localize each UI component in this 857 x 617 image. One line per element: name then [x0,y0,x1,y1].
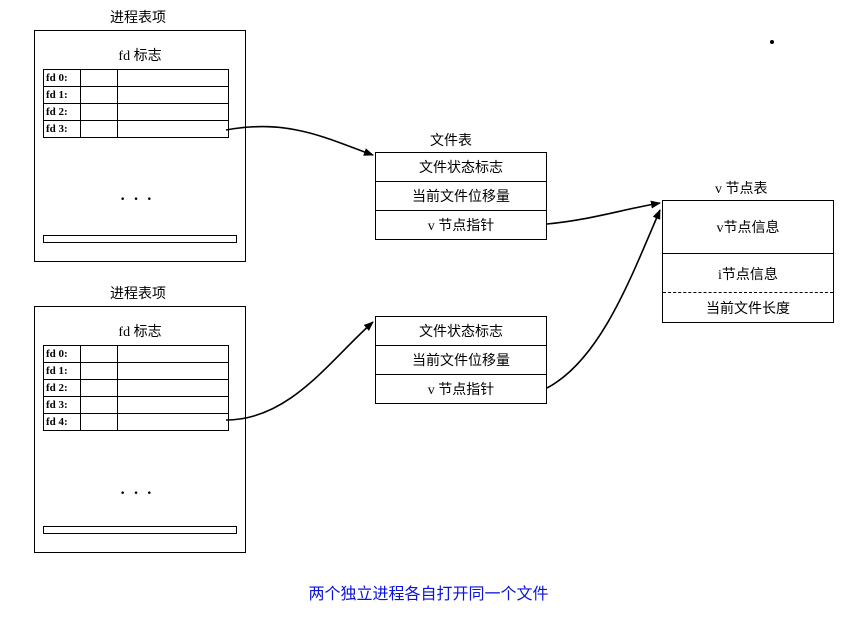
file-table-row: 当前文件位移量 [376,346,546,375]
fd-table-1: fd 0: fd 1: fd 2: fd 3: [43,69,229,138]
vnode-info-row: v节点信息 [663,201,833,254]
bottom-bar-1 [43,235,237,243]
fd-row: fd 2: [44,104,228,121]
file-table-row: v 节点指针 [376,375,546,403]
file-table-row: 文件状态标志 [376,153,546,182]
file-table-1: 文件状态标志 当前文件位移量 v 节点指针 [375,152,547,240]
fd-row: fd 1: [44,363,228,380]
file-length-text: 当前文件长度 [663,298,833,318]
vnode-table-title: v 节点表 [715,178,768,198]
fd-flag-caption-2: fd 标志 [35,321,245,341]
process-table-1-title: 进程表项 [110,7,166,27]
fd-row: fd 3: [44,397,228,414]
fd-row: fd 0: [44,346,228,363]
ellipsis-1: ··· [120,191,160,209]
diagram-canvas: 进程表项 fd 标志 fd 0: fd 1: fd 2: fd 3: ··· 文… [0,0,857,617]
fd-flag-caption-1: fd 标志 [35,45,245,65]
inode-info-text: i节点信息 [663,264,833,284]
fd-table-2: fd 0: fd 1: fd 2: fd 3: fd 4: [43,345,229,431]
process-table-2-title: 进程表项 [110,283,166,303]
file-table-1-title: 文件表 [430,130,472,150]
file-table-row: v 节点指针 [376,211,546,239]
file-table-row: 文件状态标志 [376,317,546,346]
process-table-2: fd 标志 fd 0: fd 1: fd 2: fd 3: fd 4: ··· [34,306,246,553]
diagram-caption: 两个独立进程各自打开同一个文件 [0,580,857,604]
fd-row: fd 1: [44,87,228,104]
fd-row: fd 0: [44,70,228,87]
file-table-row: 当前文件位移量 [376,182,546,211]
fd-row: fd 3: [44,121,228,137]
file-table-2: 文件状态标志 当前文件位移量 v 节点指针 [375,316,547,404]
process-table-1: fd 标志 fd 0: fd 1: fd 2: fd 3: ··· [34,30,246,262]
decoration-dot [770,40,774,44]
fd-row: fd 4: [44,414,228,430]
fd-row: fd 2: [44,380,228,397]
vnode-table: v节点信息 i节点信息 当前文件长度 [662,200,834,323]
bottom-bar-2 [43,526,237,534]
inode-info-row: i节点信息 当前文件长度 [663,254,833,322]
dashed-divider [663,292,833,293]
ellipsis-2: ··· [120,485,160,503]
